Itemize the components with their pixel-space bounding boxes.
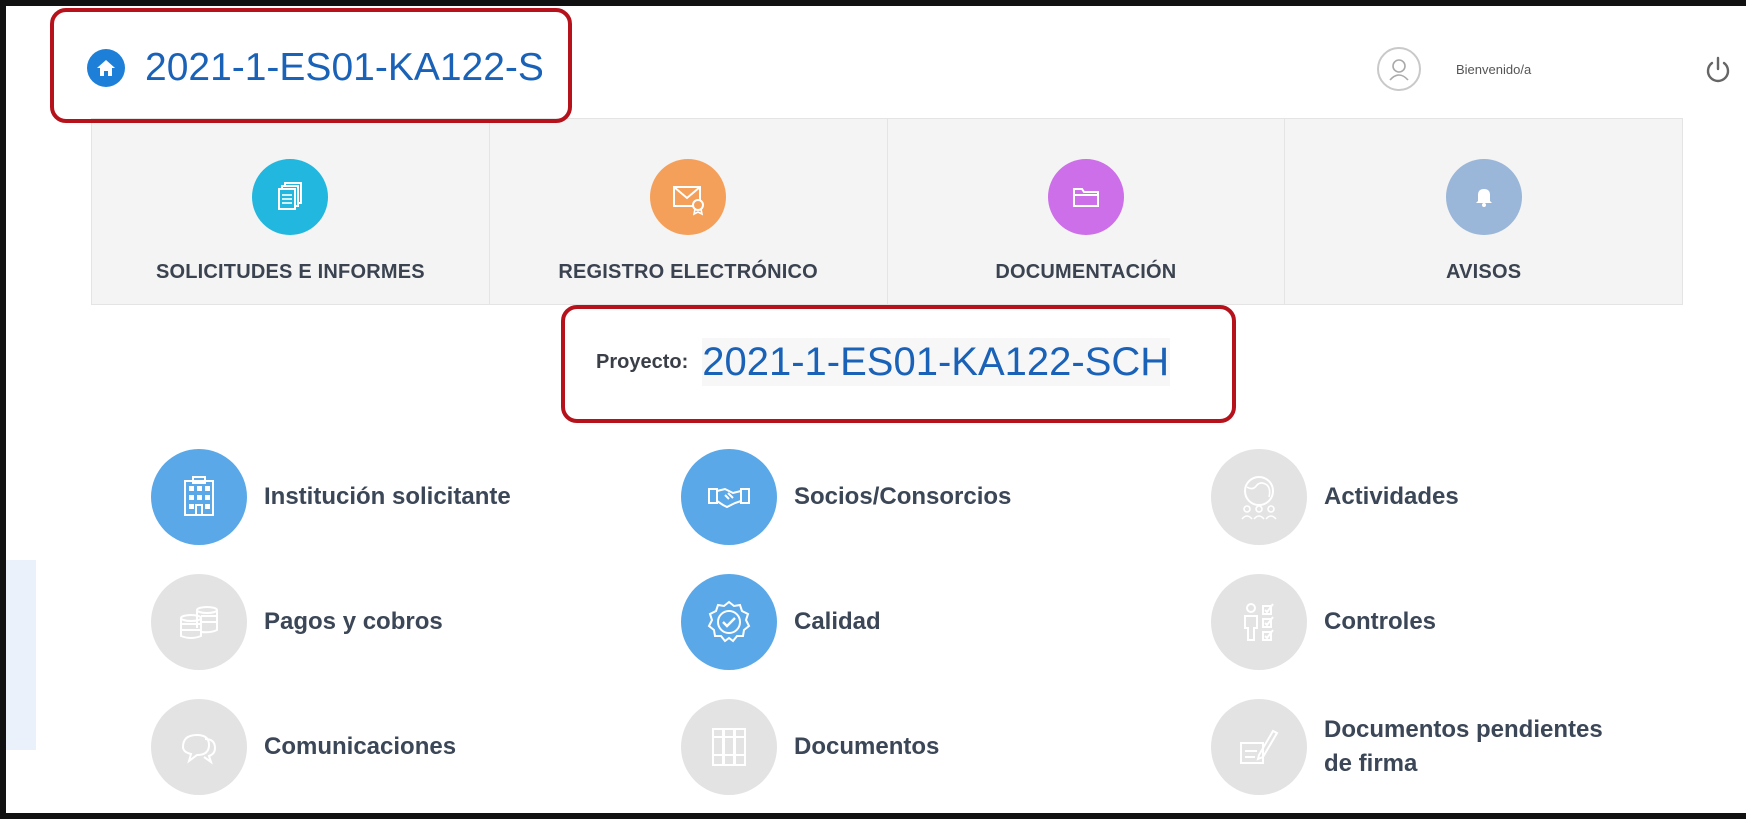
tile-label: AVISOS [1445, 261, 1522, 283]
quality-badge-icon [681, 574, 777, 670]
menu-item-institucion[interactable]: Institución solicitante [151, 449, 574, 545]
sign-document-icon [1211, 699, 1307, 795]
menu-item-controles[interactable]: Controles [1211, 574, 1634, 670]
menu-item-pagos[interactable]: Pagos y cobros [151, 574, 574, 670]
power-icon[interactable] [1703, 55, 1733, 85]
tile-label: DOCUMENTACIÓN [995, 261, 1177, 283]
menu-label: Socios/Consorcios [794, 483, 1012, 511]
menu-item-socios[interactable]: Socios/Consorcios [681, 449, 1104, 545]
certificate-mail-icon [650, 159, 727, 235]
handshake-icon [681, 449, 777, 545]
coins-icon [151, 574, 247, 670]
binders-icon [681, 699, 777, 795]
tile-solicitudes[interactable]: SOLICITUDES E INFORMES [92, 119, 490, 304]
menu-label: Pagos y cobros [264, 608, 443, 636]
tile-label: SOLICITUDES E INFORMES [155, 261, 425, 283]
user-area[interactable]: Bienvenido/a [1377, 47, 1531, 91]
documents-icon [252, 159, 329, 235]
menu-label: Calidad [794, 608, 881, 636]
checklist-person-icon [1211, 574, 1307, 670]
folder-icon [1047, 159, 1124, 235]
menu-label: Documentos pendientes de firma [1324, 716, 1603, 777]
user-avatar-icon[interactable] [1377, 47, 1421, 91]
welcome-text: Bienvenido/a [1456, 61, 1532, 77]
menu-label: Actividades [1324, 483, 1459, 511]
tile-registro[interactable]: REGISTRO ELECTRÓNICO [490, 119, 888, 304]
highlight-box-project [561, 305, 1236, 423]
bell-icon [1445, 159, 1522, 235]
highlight-box-header [50, 8, 572, 123]
left-decoration [6, 560, 36, 750]
menu-item-calidad[interactable]: Calidad [681, 574, 1104, 670]
tile-avisos[interactable]: AVISOS [1285, 119, 1682, 304]
tile-label: REGISTRO ELECTRÓNICO [558, 261, 818, 283]
menu-item-comunicaciones[interactable]: Comunicaciones [151, 699, 574, 795]
menu-label: Controles [1324, 608, 1437, 636]
menu-item-pendientes-firma[interactable]: Documentos pendientes de firma [1211, 699, 1634, 795]
tile-documentacion[interactable]: DOCUMENTACIÓN [888, 119, 1286, 304]
menu-label: Documentos [794, 733, 940, 761]
building-icon [151, 449, 247, 545]
menu-label: Institución solicitante [264, 483, 511, 511]
menu-item-documentos[interactable]: Documentos [681, 699, 1104, 795]
chat-bubbles-icon [151, 699, 247, 795]
menu-item-actividades[interactable]: Actividades [1211, 449, 1634, 545]
globe-people-icon [1211, 449, 1307, 545]
menu-label: Comunicaciones [264, 733, 457, 761]
main-nav-tiles: SOLICITUDES E INFORMES REGISTRO ELECTRÓN… [91, 118, 1683, 305]
